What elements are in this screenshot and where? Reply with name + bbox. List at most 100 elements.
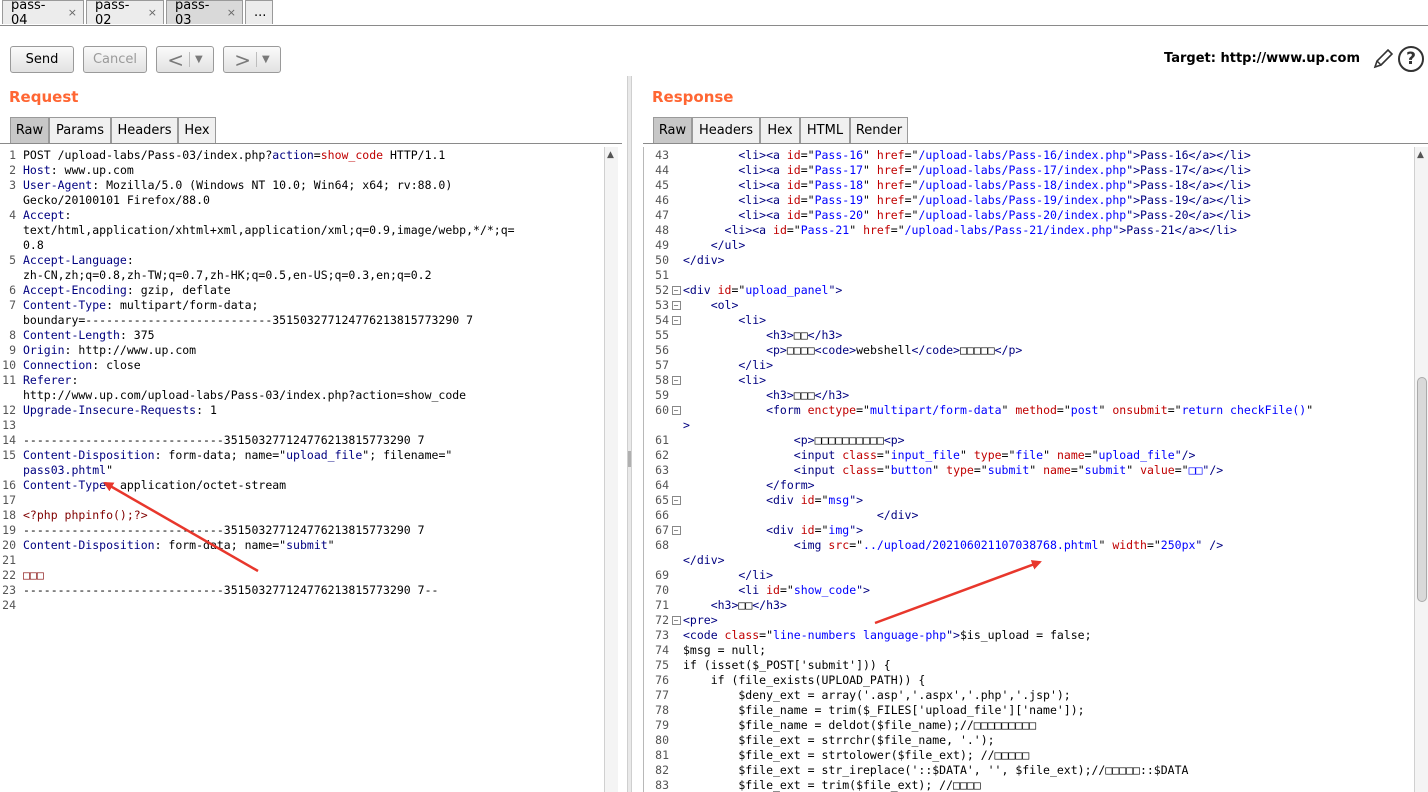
line-number: 79 xyxy=(655,718,669,732)
target-label[interactable]: Target: http://www.up.com xyxy=(1164,51,1360,66)
code-token: if (file_exists(UPLOAD_PATH)) { xyxy=(683,673,926,687)
line-number: 15 xyxy=(2,448,16,462)
code-token: </p> xyxy=(994,343,1023,357)
help-icon[interactable]: ? xyxy=(1398,46,1424,72)
tab-raw[interactable]: Raw xyxy=(653,117,692,143)
line-number: 68 xyxy=(655,538,669,552)
tab-pass-04[interactable]: pass-04 × xyxy=(2,0,84,28)
pencil-icon[interactable] xyxy=(1370,46,1396,72)
tab-more[interactable]: ... xyxy=(245,0,273,24)
code-line: 54− <li> xyxy=(644,313,1313,328)
code-line: 76 if (file_exists(UPLOAD_PATH)) { xyxy=(644,673,1313,688)
line-number: 65 xyxy=(655,493,669,507)
code-token: : gzip, deflate xyxy=(126,283,231,297)
line-number: 64 xyxy=(655,478,669,492)
fold-toggle-icon[interactable]: − xyxy=(671,496,681,505)
cancel-button[interactable]: Cancel xyxy=(83,46,147,73)
code-line: 72− <pre> xyxy=(644,613,1313,628)
code-token: Pass-21 xyxy=(800,223,850,237)
back-button[interactable]: < ▼ xyxy=(156,46,214,73)
fold-toggle-icon[interactable]: − xyxy=(671,526,681,535)
code-token: type xyxy=(946,463,974,477)
tab-headers[interactable]: Headers xyxy=(111,117,178,143)
code-line: 5 Accept-Language: xyxy=(0,253,515,268)
code-token: </h3> xyxy=(752,598,787,612)
code-token: =" xyxy=(814,493,829,507)
line-number: 74 xyxy=(655,643,669,657)
fold-toggle-icon[interactable]: − xyxy=(671,316,681,325)
code-token: ../upload/202106021107038768.phtml xyxy=(863,538,1099,552)
line-number: 10 xyxy=(2,358,16,372)
line-number: 82 xyxy=(655,763,669,777)
code-token: name xyxy=(1056,448,1085,462)
tab-html[interactable]: HTML xyxy=(800,117,850,143)
scroll-up-icon[interactable]: ▲ xyxy=(607,150,614,160)
code-line: > xyxy=(644,418,1313,433)
code-line: 80 $file_ext = strrchr($file_name, '.'); xyxy=(644,733,1313,748)
line-number: 63 xyxy=(655,463,669,477)
fold-gutter: − xyxy=(669,373,683,388)
fold-toggle-icon[interactable]: − xyxy=(671,376,681,385)
code-token: id xyxy=(766,583,780,597)
code-token: "> xyxy=(849,523,864,537)
chevron-down-icon[interactable]: ▼ xyxy=(195,54,203,65)
code-token: > xyxy=(683,418,690,432)
line-number: 83 xyxy=(655,778,669,792)
tab-pass-03[interactable]: pass-03 × xyxy=(166,0,243,28)
scroll-up-icon[interactable]: ▲ xyxy=(1417,150,1424,160)
code-token: $file_name = trim($_FILES['upload_file']… xyxy=(683,703,1085,717)
code-token: <input xyxy=(683,448,843,462)
code-token: Pass-19 xyxy=(814,193,864,207)
code-token: Pass-18 xyxy=(814,178,864,192)
code-token: $is_upload = false; xyxy=(959,628,1092,642)
line-number: 22 xyxy=(2,568,16,582)
forward-button[interactable]: > ▼ xyxy=(223,46,281,73)
pane-splitter[interactable] xyxy=(627,76,632,792)
code-line: 75 if (isset($_POST['submit'])) { xyxy=(644,658,1313,673)
request-code: 1 POST /upload-labs/Pass-03/index.php?act… xyxy=(0,148,515,613)
code-token: =" xyxy=(814,523,829,537)
close-icon[interactable]: × xyxy=(68,6,77,19)
response-scrollbar[interactable]: ▲ xyxy=(1414,147,1428,792)
code-token: Pass-20 xyxy=(814,208,864,222)
close-icon[interactable]: × xyxy=(227,6,236,19)
code-token: " xyxy=(1098,538,1113,552)
code-token: : multipart/form-data; xyxy=(106,298,259,312)
code-line: 1 POST /upload-labs/Pass-03/index.php?act… xyxy=(0,148,515,163)
fold-gutter: − xyxy=(669,298,683,313)
tab-params[interactable]: Params xyxy=(49,117,111,143)
request-scrollbar[interactable]: ▲ xyxy=(604,147,618,792)
fold-toggle-icon[interactable]: − xyxy=(671,301,681,310)
send-button[interactable]: Send xyxy=(10,46,74,73)
tab-render[interactable]: Render xyxy=(850,117,908,143)
line-number: 51 xyxy=(655,268,669,282)
code-line: pass03.phtml" xyxy=(0,463,515,478)
code-token: -----------------------------35150327712… xyxy=(23,583,439,597)
code-token: " xyxy=(1029,463,1044,477)
code-token: /upload-labs/Pass-20/index.php xyxy=(918,208,1127,222)
tab-hex[interactable]: Hex xyxy=(178,117,216,143)
fold-toggle-icon[interactable]: − xyxy=(671,616,681,625)
code-token: = xyxy=(313,148,321,162)
code-token: <ol> xyxy=(683,298,739,312)
tab-hex[interactable]: Hex xyxy=(760,117,800,143)
code-token: =" xyxy=(904,193,919,207)
code-token: upload_file xyxy=(286,448,363,462)
tab-headers[interactable]: Headers xyxy=(692,117,760,143)
code-token: Pass-16 xyxy=(814,148,864,162)
code-line: zh-CN,zh;q=0.8,zh-TW;q=0.7,zh-HK;q=0.5,e… xyxy=(0,268,515,283)
code-token: post xyxy=(1070,403,1099,417)
tab-raw[interactable]: Raw xyxy=(10,117,49,143)
splitter-grip[interactable] xyxy=(628,451,631,467)
close-icon[interactable]: × xyxy=(148,6,157,19)
request-editor[interactable]: 1 POST /upload-labs/Pass-03/index.php?act… xyxy=(0,147,604,792)
fold-toggle-icon[interactable]: − xyxy=(671,286,681,295)
chevron-down-icon[interactable]: ▼ xyxy=(262,54,270,65)
tab-pass-02[interactable]: pass-02 × xyxy=(86,0,164,28)
response-editor[interactable]: 43 <li><a id="Pass-16" href="/upload-lab… xyxy=(643,147,1414,792)
code-token: " xyxy=(863,193,877,207)
code-line: 77 $deny_ext = array('.asp','.aspx','.ph… xyxy=(644,688,1313,703)
code-line: 17 xyxy=(0,493,515,508)
fold-toggle-icon[interactable]: − xyxy=(671,406,681,415)
scrollbar-thumb[interactable] xyxy=(1417,377,1427,602)
